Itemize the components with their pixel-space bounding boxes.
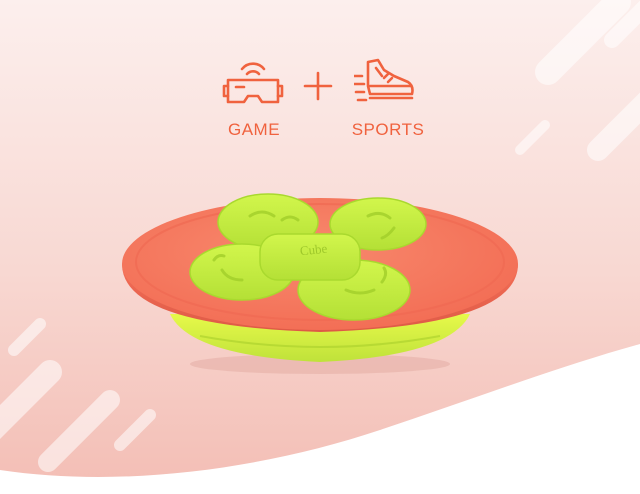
board-logo: Cube bbox=[299, 241, 328, 259]
sports-label: SPORTS bbox=[351, 120, 425, 139]
plus-icon bbox=[302, 70, 334, 102]
game-label: GAME bbox=[227, 120, 281, 139]
running-shoe-icon bbox=[352, 56, 416, 108]
vr-headset-icon bbox=[222, 56, 284, 108]
balance-board-image: Cube bbox=[110, 186, 530, 376]
promo-banner: GAME SPORTS Cube bbox=[0, 0, 640, 494]
